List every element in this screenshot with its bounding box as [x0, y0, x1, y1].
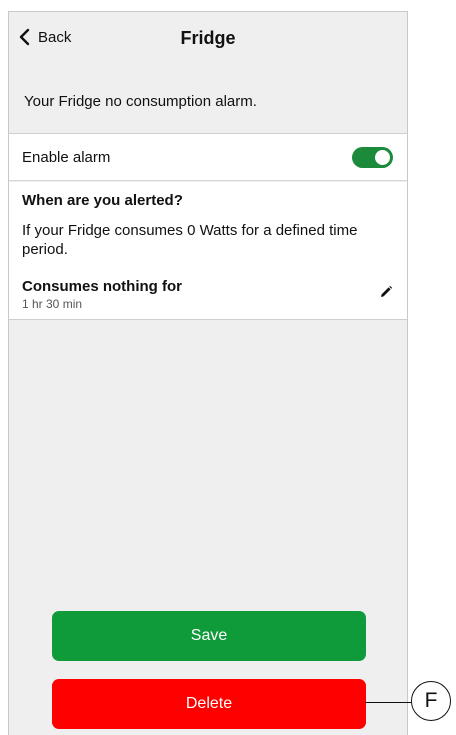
callout-line	[365, 702, 411, 703]
pencil-icon[interactable]	[379, 285, 393, 299]
page-title: Fridge	[180, 28, 236, 48]
callout-marker: F	[411, 681, 451, 721]
alert-info-panel: When are you alerted? If your Fridge con…	[9, 182, 407, 320]
alarm-description: Your Fridge no consumption alarm.	[24, 93, 257, 110]
duration-value: 1 hr 30 min	[22, 297, 83, 311]
delete-button[interactable]: Delete	[52, 679, 366, 729]
header: Back Fridge	[9, 12, 407, 68]
alert-explanation: If your Fridge consumes 0 Watts for a de…	[22, 222, 358, 258]
enable-alarm-label: Enable alarm	[22, 149, 111, 166]
consumes-nothing-for-label: Consumes nothing for	[22, 278, 182, 295]
phone-screen: Back Fridge Your Fridge no consumption a…	[8, 11, 408, 735]
alert-heading: When are you alerted?	[22, 192, 183, 209]
toggle-knob	[375, 150, 390, 165]
enable-alarm-row: Enable alarm	[9, 134, 407, 181]
save-button[interactable]: Save	[52, 611, 366, 661]
enable-alarm-toggle[interactable]	[352, 147, 393, 168]
consumes-nothing-for-setting[interactable]: Consumes nothing for 1 hr 30 min	[9, 278, 407, 318]
